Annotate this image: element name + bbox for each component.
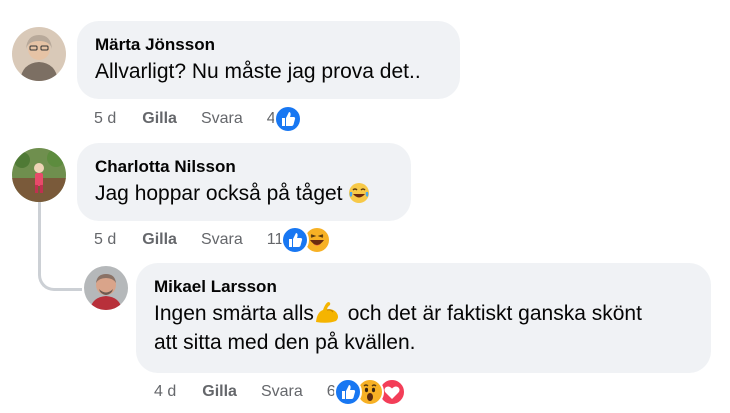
comment-timestamp[interactable]: 5 d bbox=[94, 110, 116, 128]
thread-connector-line bbox=[38, 195, 82, 291]
comment-actions: 5 d Gilla Svara 4 bbox=[94, 105, 302, 133]
flexed-biceps-emoji-icon bbox=[314, 300, 342, 324]
laughing-tears-emoji-icon bbox=[348, 182, 370, 204]
avatar[interactable] bbox=[12, 27, 66, 81]
like-reaction-icon[interactable] bbox=[273, 105, 302, 133]
comment-text-content: Jag hoppar också på tåget bbox=[95, 182, 343, 205]
comment-text: Ingen smärta alls och det är faktiskt ga… bbox=[154, 299, 693, 357]
comment-author[interactable]: Charlotta Nilsson bbox=[95, 156, 393, 178]
like-button[interactable]: Gilla bbox=[202, 383, 237, 401]
comment-timestamp[interactable]: 4 d bbox=[154, 383, 176, 401]
comment-bubble: Märta Jönsson Allvarligt? Nu måste jag p… bbox=[77, 21, 460, 99]
avatar[interactable] bbox=[84, 266, 128, 310]
comment-actions: 5 d Gilla Svara 11 bbox=[94, 226, 332, 254]
comment-timestamp[interactable]: 5 d bbox=[94, 231, 116, 249]
comment-author[interactable]: Mikael Larsson bbox=[154, 276, 693, 298]
reply-button[interactable]: Svara bbox=[261, 383, 303, 401]
like-reaction-icon[interactable] bbox=[281, 226, 310, 254]
comment-bubble: Charlotta Nilsson Jag hoppar också på tå… bbox=[77, 143, 411, 221]
comment-text: Jag hoppar också på tåget bbox=[95, 179, 393, 208]
comment-actions: 4 d Gilla Svara 6 bbox=[154, 378, 406, 406]
comment-author[interactable]: Märta Jönsson bbox=[95, 34, 442, 56]
comment-text-content: och det är faktiskt ganska skönt bbox=[341, 302, 642, 325]
like-button[interactable]: Gilla bbox=[142, 231, 177, 249]
comment-bubble: Mikael Larsson Ingen smärta alls och det… bbox=[136, 263, 711, 373]
like-button[interactable]: Gilla bbox=[142, 110, 177, 128]
reply-button[interactable]: Svara bbox=[201, 231, 243, 249]
avatar[interactable] bbox=[12, 148, 66, 202]
like-reaction-icon[interactable] bbox=[333, 378, 362, 406]
comment-text-content: Ingen smärta alls bbox=[154, 302, 314, 325]
comment-text: Allvarligt? Nu måste jag prova det.. bbox=[95, 60, 421, 83]
comment-text-content: att sitta med den på kvällen. bbox=[154, 331, 416, 354]
reply-button[interactable]: Svara bbox=[201, 110, 243, 128]
